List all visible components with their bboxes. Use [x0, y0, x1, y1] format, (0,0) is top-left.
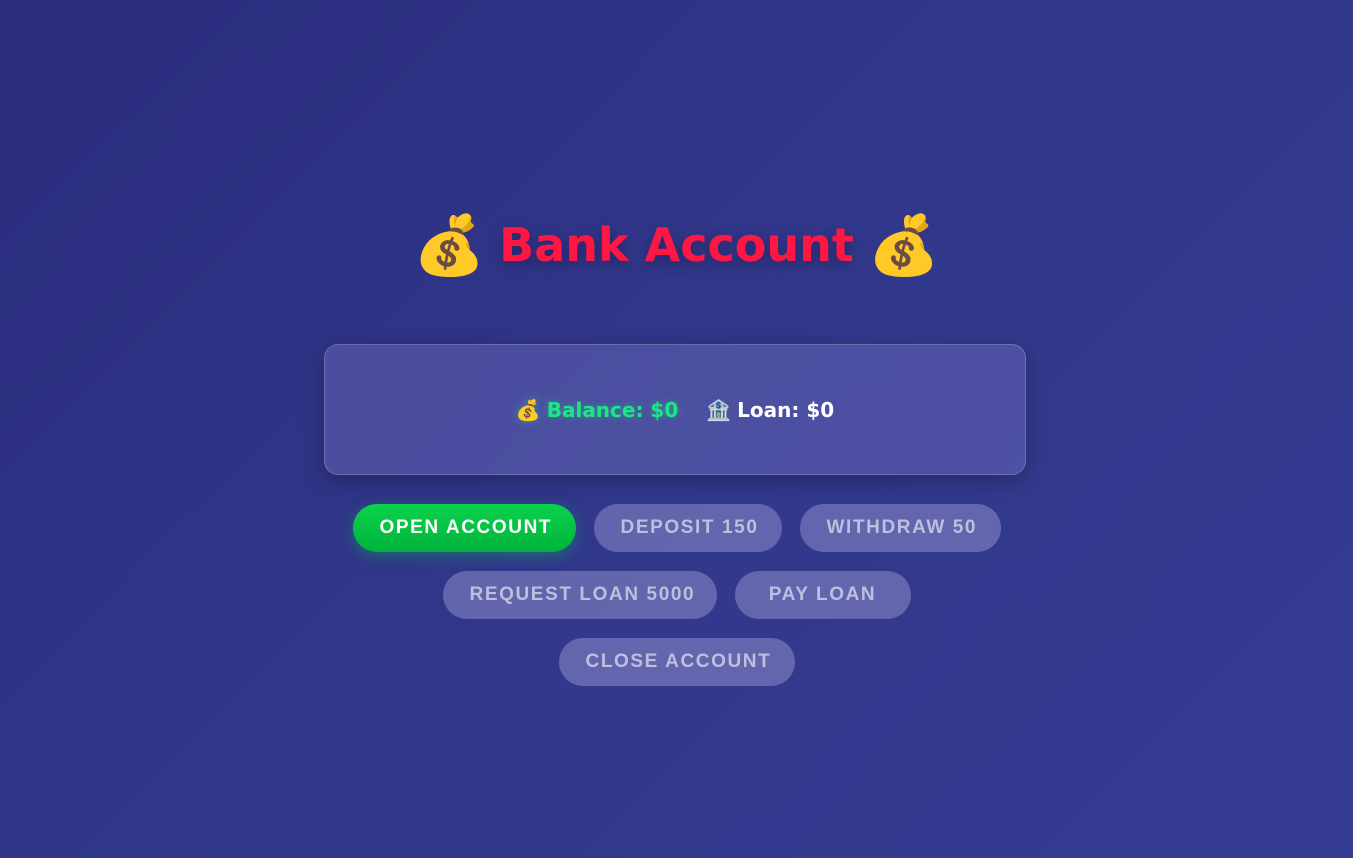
close-account-button[interactable]: CLOSE ACCOUNT	[558, 638, 795, 686]
bank-icon: 🏦	[706, 397, 732, 422]
action-row-primary: OPEN ACCOUNT DEPOSIT 150 WITHDRAW 50	[0, 504, 1353, 552]
loan-display: 🏦 Loan: $0	[706, 398, 834, 422]
balance-display: 💰 Balance: $0	[516, 398, 678, 422]
request-loan-button[interactable]: REQUEST LOAN 5000	[442, 571, 717, 619]
balance-text: Balance: $0	[546, 397, 679, 422]
action-row-loans: REQUEST LOAN 5000 PAY LOAN	[0, 571, 1353, 619]
withdraw-button[interactable]: WITHDRAW 50	[799, 504, 1001, 552]
money-bag-icon: 💰	[515, 397, 541, 422]
page-title-text: Bank Account	[499, 218, 854, 272]
page-title: 💰 Bank Account 💰	[0, 205, 1353, 285]
money-bag-icon: 💰	[412, 211, 486, 279]
pay-loan-button[interactable]: PAY LOAN	[734, 571, 911, 619]
open-account-button[interactable]: OPEN ACCOUNT	[352, 504, 576, 552]
deposit-button[interactable]: DEPOSIT 150	[593, 504, 782, 552]
money-bag-icon: 💰	[867, 211, 941, 279]
loan-text: Loan: $0	[737, 397, 835, 422]
action-row-close: CLOSE ACCOUNT	[0, 638, 1353, 686]
account-status-card: 💰 Balance: $0 🏦 Loan: $0	[324, 344, 1026, 475]
